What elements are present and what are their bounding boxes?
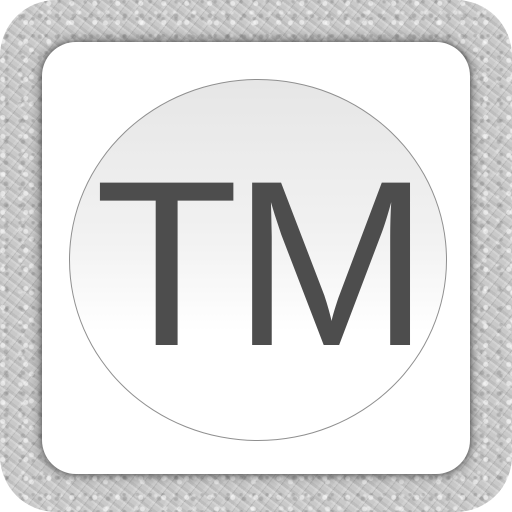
trademark-symbol-text: TM [94, 132, 430, 396]
app-icon[interactable]: TM [0, 0, 512, 512]
trademark-badge-circle: TM [69, 79, 447, 441]
